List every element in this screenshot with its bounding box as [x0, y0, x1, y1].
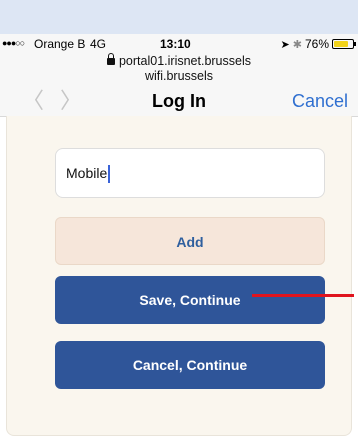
status-bar: ●●●○○ Orange B 4G 13:10 ➤ ✱ 76%: [0, 34, 358, 54]
carrier-name: Orange B: [34, 37, 86, 51]
add-button[interactable]: Add: [55, 217, 325, 265]
annotation-arrow: [252, 294, 354, 297]
status-right-group: ➤ ✱ 76%: [280, 37, 356, 51]
battery-icon: [332, 39, 356, 49]
signal-strength-icon: ●●●○○: [2, 38, 25, 48]
device-name-input[interactable]: Mobile: [55, 148, 325, 198]
battery-fill: [334, 41, 348, 47]
address-host: portal01.irisnet.brussels: [118, 54, 251, 68]
lock-icon: [106, 53, 115, 65]
save-continue-button[interactable]: Save, Continue: [55, 276, 325, 324]
address-subtitle: wifi.brussels: [144, 69, 214, 83]
bluetooth-icon: ✱: [292, 38, 302, 51]
device-name-value: Mobile: [66, 165, 108, 181]
battery-percent: 76%: [304, 37, 329, 51]
form-panel: Mobile Add Save, Continue Cancel, Contin…: [6, 116, 352, 436]
text-cursor: [108, 165, 111, 184]
network-type: 4G: [90, 37, 107, 51]
navigation-bar: 〈 〉 Log In Cancel: [0, 89, 358, 117]
cancel-continue-button[interactable]: Cancel, Continue: [55, 341, 325, 389]
cancel-link[interactable]: Cancel: [292, 91, 348, 112]
address-host-line[interactable]: portal01.irisnet.brussels: [0, 53, 358, 68]
status-time: 13:10: [160, 37, 191, 51]
top-background-strip: [0, 0, 358, 34]
location-arrow-icon: ➤: [280, 38, 290, 51]
browser-header: ●●●○○ Orange B 4G 13:10 ➤ ✱ 76% portal01…: [0, 34, 358, 117]
